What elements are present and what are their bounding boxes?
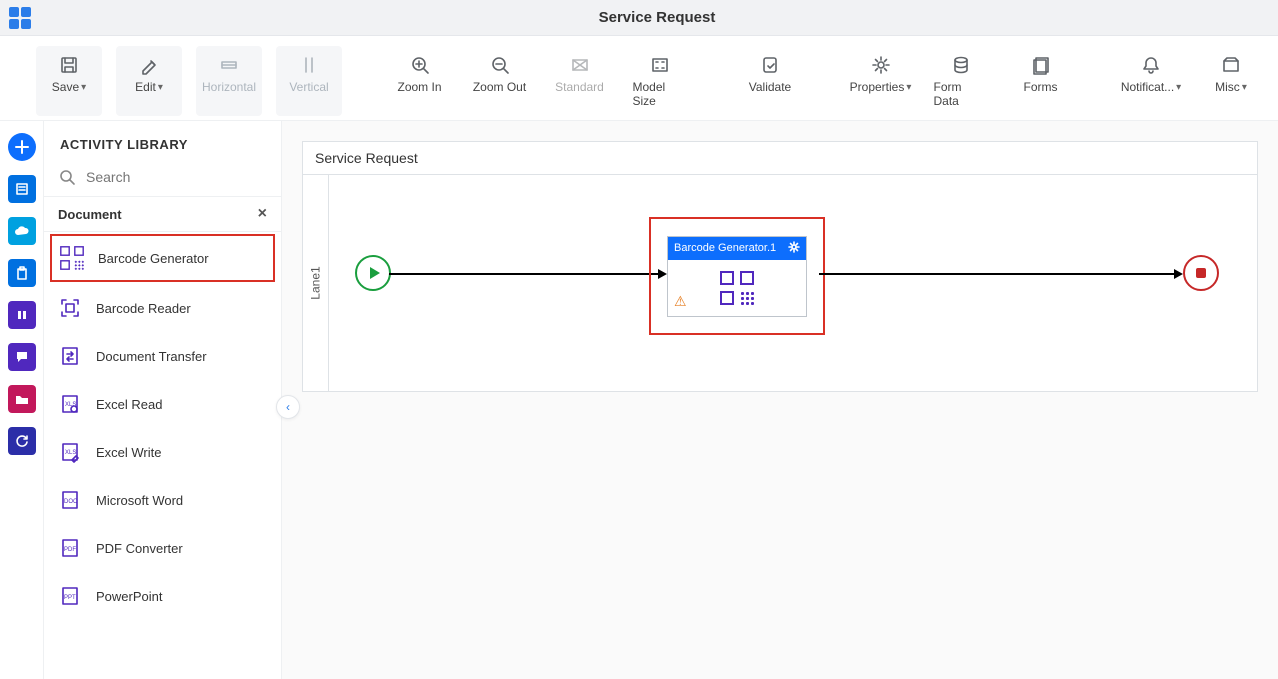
close-icon[interactable]: × [258, 205, 267, 223]
zoom-standard-button[interactable]: Standard [547, 46, 613, 116]
svg-text:XLS: XLS [65, 402, 76, 408]
validate-button[interactable]: Validate [737, 46, 803, 116]
forms-button[interactable]: Forms [1008, 46, 1074, 116]
edit-icon [139, 54, 159, 76]
align-horizontal-icon [219, 54, 239, 76]
library-item-excel-read[interactable]: XLS Excel Read [44, 380, 281, 428]
rail-folder-icon[interactable] [8, 385, 36, 413]
svg-text:DOC: DOC [64, 499, 78, 505]
process-canvas[interactable]: Service Request Lane1 Barcode Generator.… [282, 121, 1278, 679]
end-node[interactable] [1183, 255, 1219, 291]
activity-library-panel: ACTIVITY LIBRARY Document × Barcode Gene… [44, 121, 282, 679]
page-title: Service Request [36, 9, 1278, 26]
svg-text:PDF: PDF [64, 547, 76, 553]
library-title: ACTIVITY LIBRARY [44, 121, 281, 162]
align-horizontal-button: Horizontal [196, 46, 262, 116]
warning-icon: ⚠ [674, 293, 687, 310]
zoom-in-button[interactable]: Zoom In [387, 46, 453, 116]
zoom-standard-icon [570, 54, 590, 76]
svg-text:PPT: PPT [64, 595, 76, 601]
zoom-in-icon [410, 54, 430, 76]
form-data-button[interactable]: Form Data [928, 46, 994, 116]
zoom-out-button[interactable]: Zoom Out [467, 46, 533, 116]
svg-text:XLS: XLS [65, 450, 76, 456]
library-item-microsoft-word[interactable]: DOC Microsoft Word [44, 476, 281, 524]
start-node[interactable] [355, 255, 391, 291]
bell-icon [1141, 54, 1161, 76]
collapse-panel-button[interactable]: ‹ [276, 395, 300, 419]
save-button[interactable]: Save▾ [36, 46, 102, 116]
activity-barcode-generator[interactable]: Barcode Generator.1 ⚠ [667, 236, 807, 317]
chevron-down-icon: ▾ [1176, 82, 1181, 93]
left-rail [0, 121, 44, 679]
library-item-pdf-converter[interactable]: PDF PDF Converter [44, 524, 281, 572]
chevron-left-icon: ‹ [286, 400, 290, 414]
library-item-document-transfer[interactable]: Document Transfer [44, 332, 281, 380]
gear-icon[interactable] [788, 241, 800, 256]
library-item-excel-write[interactable]: XLS Excel Write [44, 428, 281, 476]
save-icon [59, 54, 79, 76]
align-vertical-button: Vertical [276, 46, 342, 116]
forms-icon [1031, 54, 1051, 76]
search-icon [58, 168, 76, 186]
rail-cloud-icon[interactable] [8, 217, 36, 245]
model-size-button[interactable]: Model Size [627, 46, 693, 116]
add-button[interactable] [8, 133, 36, 161]
pdf-icon: PDF [58, 536, 82, 560]
chevron-down-icon: ▾ [1242, 82, 1247, 93]
barcode-reader-icon [58, 296, 82, 320]
flow-connector [389, 273, 658, 275]
search-input[interactable] [84, 168, 269, 186]
rail-chat-icon[interactable] [8, 343, 36, 371]
barcode-generator-icon [60, 246, 84, 270]
lane-area[interactable]: Barcode Generator.1 ⚠ [329, 175, 1257, 391]
zoom-out-icon [490, 54, 510, 76]
excel-read-icon: XLS [58, 392, 82, 416]
word-icon: DOC [58, 488, 82, 512]
document-transfer-icon [58, 344, 82, 368]
validate-icon [760, 54, 780, 76]
rail-document-icon[interactable] [8, 175, 36, 203]
chevron-down-icon: ▾ [906, 82, 911, 93]
gear-icon [871, 54, 891, 76]
align-vertical-icon [299, 54, 319, 76]
powerpoint-icon: PPT [58, 584, 82, 608]
search-input-wrapper[interactable] [44, 162, 281, 196]
process-container: Service Request Lane1 Barcode Generator.… [302, 141, 1258, 392]
apps-icon[interactable] [4, 2, 36, 34]
chevron-down-icon: ▾ [81, 82, 86, 93]
notifications-button[interactable]: Notificat...▾ [1118, 46, 1184, 116]
selection-highlight: Barcode Generator.1 ⚠ [649, 217, 825, 335]
misc-icon [1221, 54, 1241, 76]
library-item-barcode-generator[interactable]: Barcode Generator [50, 234, 275, 282]
properties-button[interactable]: Properties▾ [848, 46, 914, 116]
chevron-down-icon: ▾ [158, 82, 163, 93]
arrow-icon [1174, 269, 1183, 279]
rail-loop-icon[interactable] [8, 427, 36, 455]
barcode-generator-icon [720, 271, 754, 305]
activity-title: Barcode Generator.1 [674, 242, 776, 254]
rail-clipboard-icon[interactable] [8, 259, 36, 287]
rail-pause-icon[interactable] [8, 301, 36, 329]
model-size-icon [650, 54, 670, 76]
process-title: Service Request [303, 142, 1257, 175]
library-item-powerpoint[interactable]: PPT PowerPoint [44, 572, 281, 620]
edit-button[interactable]: Edit▾ [116, 46, 182, 116]
toolbar: Save▾ Edit▾ Horizontal Vertical Zoom In … [0, 36, 1278, 121]
library-item-barcode-reader[interactable]: Barcode Reader [44, 284, 281, 332]
flow-connector [819, 273, 1174, 275]
title-bar: Service Request [0, 0, 1278, 36]
library-section-document[interactable]: Document × [44, 196, 281, 232]
database-icon [951, 54, 971, 76]
excel-write-icon: XLS [58, 440, 82, 464]
misc-button[interactable]: Misc▾ [1198, 46, 1264, 116]
lane-label[interactable]: Lane1 [303, 175, 329, 391]
